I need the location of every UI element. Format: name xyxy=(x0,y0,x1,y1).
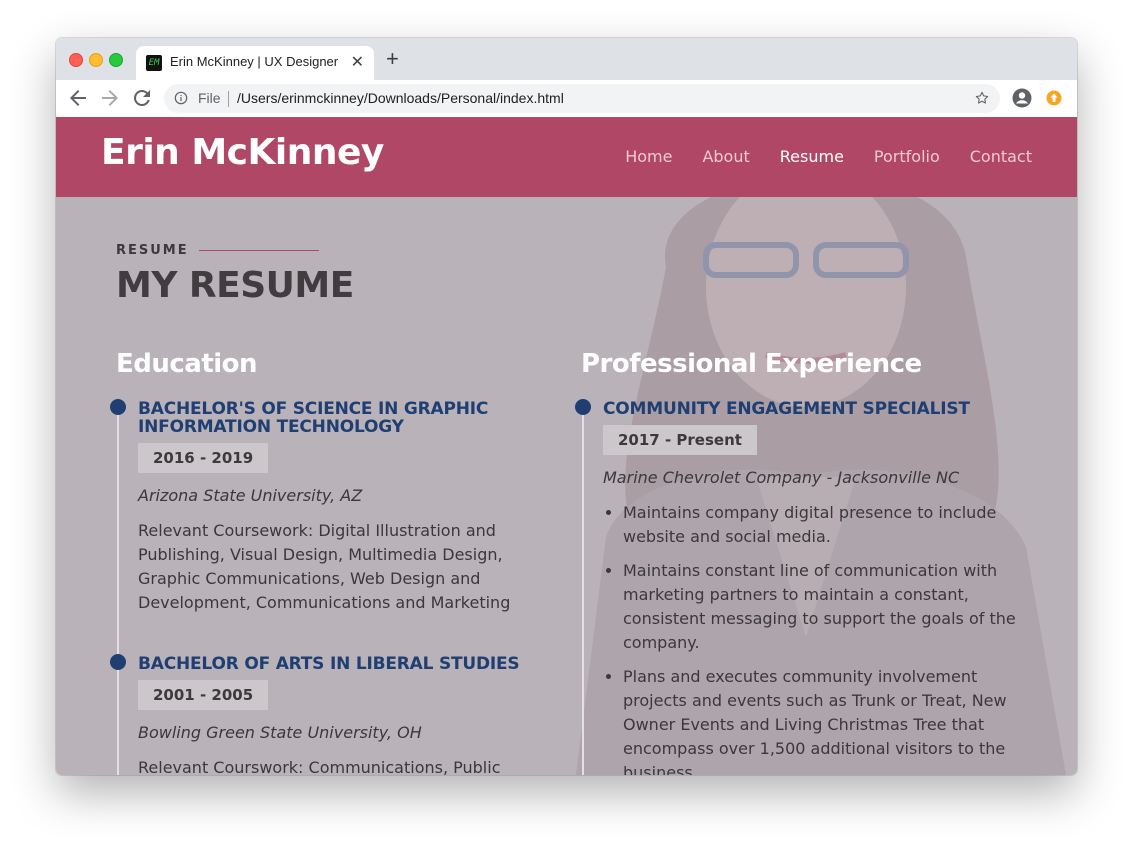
site-logo[interactable]: Erin McKinney xyxy=(101,132,384,173)
star-icon[interactable] xyxy=(974,90,990,106)
experience-title: Professional Experience xyxy=(581,349,922,379)
coursework-text: Relevant Courswork: Communications, Publ… xyxy=(138,758,501,775)
reload-icon xyxy=(133,89,150,106)
reload-button[interactable] xyxy=(130,86,154,110)
years-badge: 2017 - Present xyxy=(603,425,757,455)
list-item: Maintains company digital presence to in… xyxy=(623,501,1023,549)
education-title: Education xyxy=(116,349,258,379)
coursework-text: Relevant Coursework: Digital Illustratio… xyxy=(138,521,511,612)
web-page: Erin McKinney Home About Resume Portfoli… xyxy=(56,117,1077,775)
nav-about[interactable]: About xyxy=(702,147,749,166)
favicon-icon: EM xyxy=(146,55,162,71)
nav-contact[interactable]: Contact xyxy=(970,147,1032,166)
nav-resume[interactable]: Resume xyxy=(780,147,844,166)
site-header: Erin McKinney Home About Resume Portfoli… xyxy=(56,117,1077,197)
years-badge: 2016 - 2019 xyxy=(138,443,269,473)
close-tab-icon[interactable]: ✕ xyxy=(351,52,364,72)
minimize-window-button[interactable] xyxy=(89,53,103,67)
duties-list: Maintains company digital presence to in… xyxy=(603,501,1023,775)
url-text[interactable]: /Users/erinmckinney/Downloads/Personal/i… xyxy=(237,90,564,106)
close-window-button[interactable] xyxy=(69,53,83,67)
education-entry: BACHELOR'S OF SCIENCE IN GRAPHIC INFORMA… xyxy=(138,400,548,615)
url-separator xyxy=(228,91,229,107)
institution: Arizona State University, AZ xyxy=(138,486,363,505)
new-tab-button[interactable]: + xyxy=(386,48,399,70)
profile-icon[interactable] xyxy=(1012,88,1032,108)
list-item: Plans and executes community involvement… xyxy=(623,665,1023,775)
job-title: COMMUNITY ENGAGEMENT SPECIALIST xyxy=(603,399,970,419)
institution: Bowling Green State University, OH xyxy=(138,723,422,742)
years-badge: 2001 - 2005 xyxy=(138,680,269,710)
nav-home[interactable]: Home xyxy=(625,147,672,166)
tab-strip: EM Erin McKinney | UX Designer ✕ + xyxy=(56,38,1077,80)
maximize-window-button[interactable] xyxy=(109,53,123,67)
nav-portfolio[interactable]: Portfolio xyxy=(874,147,940,166)
degree-title: BACHELOR OF ARTS IN LIBERAL STUDIES xyxy=(138,654,520,674)
experience-entry: COMMUNITY ENGAGEMENT SPECIALIST 2017 - P… xyxy=(603,400,1023,775)
list-item: Maintains constant line of communication… xyxy=(623,559,1023,655)
arrow-left-icon xyxy=(70,90,86,106)
company: Marine Chevrolet Company - Jacksonville … xyxy=(603,468,960,487)
arrow-right-icon xyxy=(102,90,118,106)
address-bar[interactable]: File /Users/erinmckinney/Downloads/Perso… xyxy=(164,84,1000,113)
browser-toolbar: File /Users/erinmckinney/Downloads/Perso… xyxy=(56,80,1077,118)
browser-tab[interactable]: EM Erin McKinney | UX Designer ✕ xyxy=(136,46,374,80)
page-title: MY RESUME xyxy=(116,265,354,306)
eyebrow-divider xyxy=(198,250,319,251)
url-scheme: File xyxy=(198,90,221,106)
extension-icon[interactable] xyxy=(1046,90,1062,106)
experience-timeline-line xyxy=(582,407,584,775)
degree-title: BACHELOR'S OF SCIENCE IN GRAPHIC INFORMA… xyxy=(138,399,489,437)
timeline-dot xyxy=(575,399,591,415)
browser-window: EM Erin McKinney | UX Designer ✕ + File … xyxy=(56,38,1077,775)
education-entry: BACHELOR OF ARTS IN LIBERAL STUDIES 2001… xyxy=(138,655,548,775)
eyebrow-label: RESUME xyxy=(116,243,189,258)
main-nav: Home About Resume Portfolio Contact xyxy=(625,147,1032,166)
section-eyebrow: RESUME xyxy=(116,243,319,258)
timeline-dot xyxy=(110,654,126,670)
info-icon[interactable] xyxy=(174,91,188,105)
forward-button[interactable] xyxy=(98,86,122,110)
tab-title: Erin McKinney | UX Designer xyxy=(170,54,339,69)
timeline-dot xyxy=(110,399,126,415)
education-timeline-line xyxy=(117,407,119,775)
back-button[interactable] xyxy=(66,86,90,110)
